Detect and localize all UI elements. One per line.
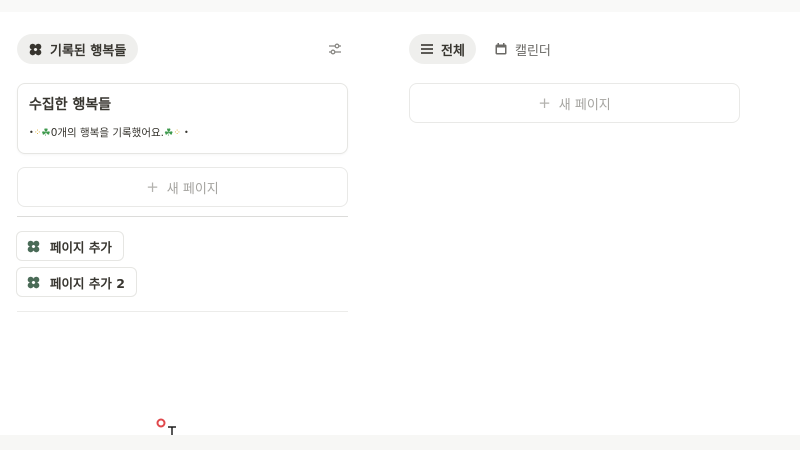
tab-calendar-label: 캘린더: [515, 43, 551, 59]
page-item-label: 페이지 추가: [50, 239, 112, 255]
page-item[interactable]: 페이지 추가 2: [16, 267, 137, 297]
tab-all-label: 전체: [441, 43, 465, 59]
sliders-icon: [328, 42, 342, 56]
tab-calendar[interactable]: 캘린더: [488, 34, 557, 64]
new-page-button-left[interactable]: + 새 페이지: [17, 167, 348, 207]
page-item-label: 페이지 추가 2: [50, 275, 125, 291]
new-page-label: 새 페이지: [166, 181, 219, 197]
clover-icon: [26, 275, 41, 290]
divider: [17, 216, 348, 217]
summary-card-line: • ⁘ ☘ 0개의 행복을 기록했어요. ☘ ⁘ •: [29, 125, 189, 140]
sparkle-icon: •: [183, 128, 189, 137]
plus-icon: +: [538, 94, 551, 112]
new-page-button-right[interactable]: + 새 페이지: [409, 83, 740, 123]
page-item[interactable]: 페이지 추가: [16, 231, 124, 261]
bottom-strip: [0, 435, 800, 450]
shamrock-icon: ☘: [163, 126, 174, 139]
view-settings-button[interactable]: [324, 38, 346, 60]
summary-card-title: 수집한 행복들: [29, 97, 112, 113]
plus-icon: +: [146, 178, 159, 196]
calendar-icon: [494, 42, 508, 56]
view-chip-label: 기록된 행복들: [50, 43, 127, 59]
summary-count-text: 0개의 행복을 기록했어요.: [50, 127, 164, 139]
divider: [17, 311, 348, 312]
top-strip: [0, 0, 800, 12]
summary-card[interactable]: 수집한 행복들 • ⁘ ☘ 0개의 행복을 기록했어요. ☘ ⁘ •: [17, 83, 348, 154]
sparkle-icon: ⁘: [33, 127, 42, 138]
list-icon: [420, 42, 434, 56]
clover-icon: [28, 42, 43, 57]
sparkle-icon: ⁘: [173, 127, 181, 138]
new-page-label: 새 페이지: [558, 97, 611, 113]
shamrock-icon: ☘: [41, 126, 51, 139]
view-chip-recorded-happiness[interactable]: 기록된 행복들: [17, 34, 139, 64]
clover-icon: [26, 239, 41, 254]
tab-all[interactable]: 전체: [409, 34, 476, 64]
